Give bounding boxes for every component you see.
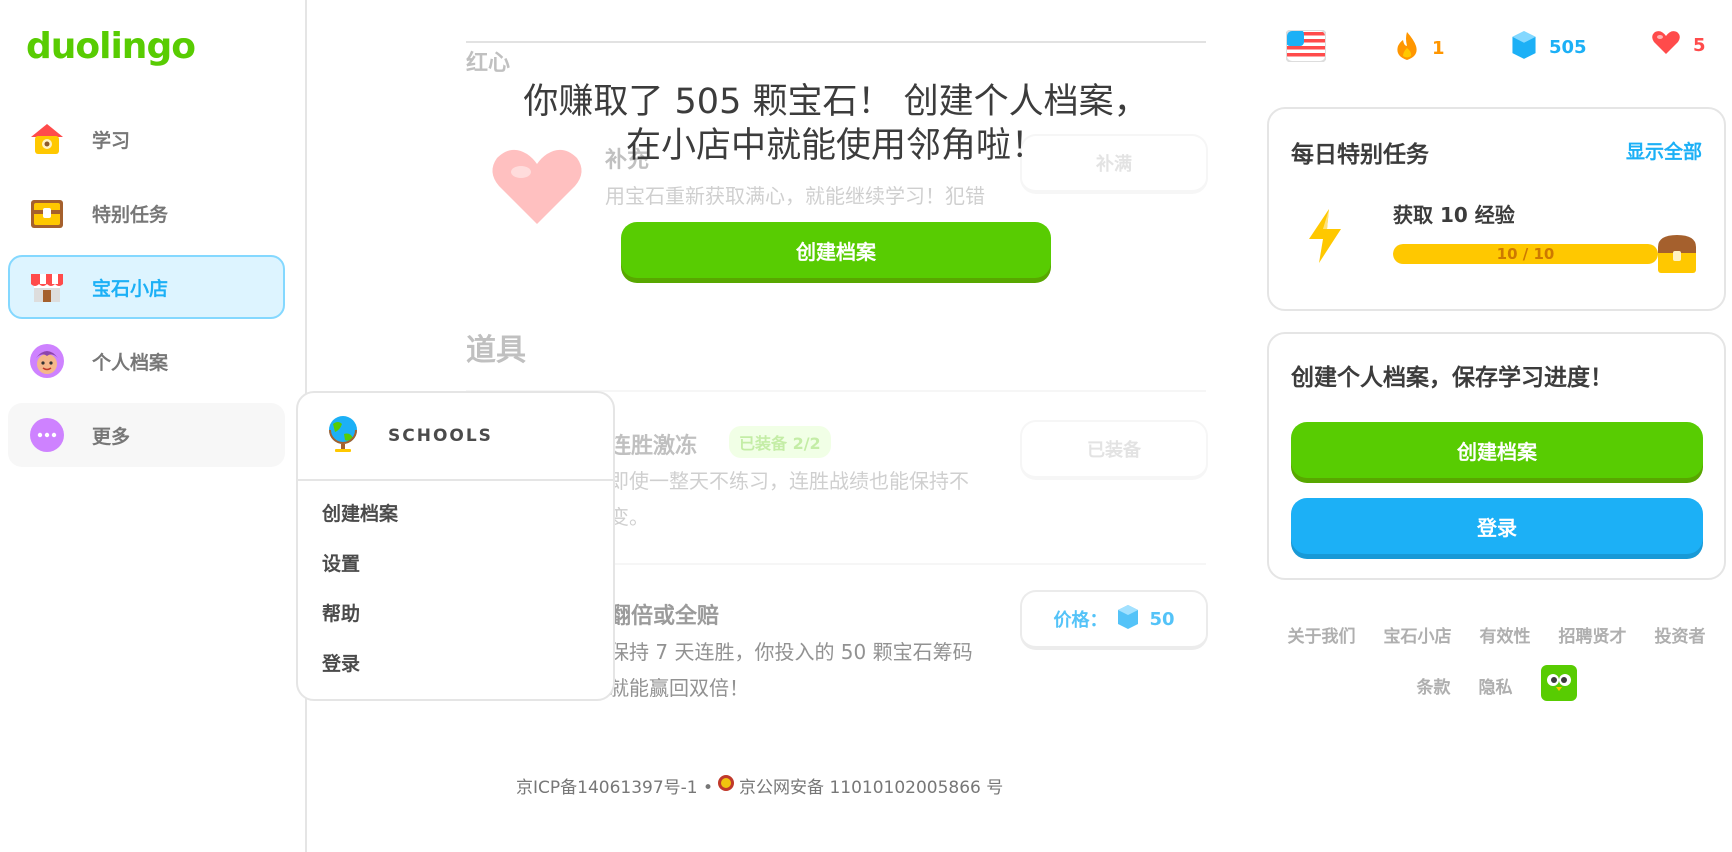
sidebar-item-label: 特别任务 bbox=[92, 203, 169, 226]
sidebar-item-label: 宝石小店 bbox=[92, 277, 169, 300]
footer-link-privacy[interactable]: 隐私 bbox=[1479, 673, 1513, 698]
streak-counter[interactable]: 1 bbox=[1394, 30, 1445, 67]
more-icon bbox=[28, 416, 66, 454]
sidebar-item-shop[interactable]: 宝石小店 bbox=[8, 255, 285, 319]
footer-link-shop[interactable]: 宝石小店 bbox=[1384, 622, 1452, 647]
globe-icon bbox=[326, 414, 360, 458]
course-flag-button[interactable] bbox=[1285, 29, 1327, 67]
dropdown-item-login[interactable]: 登录 bbox=[298, 637, 613, 687]
sidebar-item-label: 个人档案 bbox=[92, 351, 169, 374]
quest-label: 获取 10 经验 bbox=[1393, 203, 1515, 227]
icp-text[interactable]: 京ICP备14061397号-1 • bbox=[516, 773, 713, 798]
create-profile-button[interactable]: 创建档案 bbox=[1291, 422, 1703, 478]
item-desc-double-1: 保持 7 天连胜，你投入的 50 颗宝石筹码 bbox=[609, 640, 973, 664]
sidebar-item-learn[interactable]: 学习 bbox=[8, 107, 285, 171]
dropdown-item-settings[interactable]: 设置 bbox=[298, 537, 613, 587]
promo-line-1: 你赚取了 505 颗宝石！ 创建个人档案， bbox=[523, 82, 1149, 122]
dropdown-item-help[interactable]: 帮助 bbox=[298, 587, 613, 637]
footer-link-efficacy[interactable]: 有效性 bbox=[1480, 622, 1531, 647]
sidebar-item-quests[interactable]: 特别任务 bbox=[8, 181, 285, 245]
us-flag-icon bbox=[1285, 29, 1327, 67]
heart-icon bbox=[1651, 30, 1681, 61]
dropdown-schools-label: SCHOOLS bbox=[388, 426, 493, 446]
create-profile-card: 创建个人档案，保存学习进度！ 创建档案 登录 bbox=[1267, 332, 1726, 580]
streak-count: 1 bbox=[1432, 38, 1445, 59]
quest-progress-text: 10 / 10 bbox=[1496, 245, 1555, 263]
hearts-counter[interactable]: 5 bbox=[1651, 30, 1706, 61]
avatar-icon bbox=[28, 342, 66, 380]
hearts-count: 5 bbox=[1693, 35, 1706, 56]
equipped-badge: 已装备 2/2 bbox=[729, 426, 831, 458]
sidebar-item-label: 更多 bbox=[92, 425, 131, 448]
show-all-quests-link[interactable]: 显示全部 bbox=[1626, 137, 1702, 164]
lightning-icon bbox=[1303, 207, 1347, 269]
footer-link-terms[interactable]: 条款 bbox=[1417, 673, 1451, 698]
police-text[interactable]: 京公网安备 11010102005866 号 bbox=[739, 773, 1003, 798]
treasure-chest-icon bbox=[28, 194, 66, 232]
item-desc-double-2: 就能赢回双倍！ bbox=[609, 676, 749, 700]
gems-count: 505 bbox=[1549, 37, 1587, 58]
sidebar: duolingo 学习 特别任务 宝石小店 个人档案 更多 bbox=[0, 0, 307, 852]
sidebar-item-more[interactable]: 更多 bbox=[8, 403, 285, 467]
home-icon bbox=[28, 120, 66, 158]
section-title-items: 道具 bbox=[466, 333, 526, 368]
daily-quests-title: 每日特别任务 bbox=[1291, 142, 1429, 168]
sidebar-item-label: 学习 bbox=[92, 129, 131, 152]
footer-links-row-1: 关于我们 宝石小店 有效性 招聘贤才 投资者 bbox=[1267, 622, 1726, 647]
price-value: 50 bbox=[1149, 608, 1175, 630]
promo-line-2: 在小店中就能使用邻角啦！ bbox=[625, 126, 1046, 166]
flame-icon bbox=[1394, 30, 1420, 67]
duo-owl-icon[interactable] bbox=[1540, 665, 1577, 706]
dropdown-schools-item[interactable]: SCHOOLS bbox=[298, 393, 613, 481]
footer-links: 关于我们 宝石小店 有效性 招聘贤才 投资者 条款 隐私 bbox=[1267, 622, 1726, 724]
equipped-button[interactable]: 已装备 bbox=[1020, 420, 1208, 480]
gem-icon bbox=[1511, 30, 1537, 65]
police-badge-icon bbox=[717, 773, 735, 798]
top-stats-bar: 1 505 5 bbox=[1285, 29, 1706, 68]
footer-links-row-2: 条款 隐私 bbox=[1267, 665, 1726, 706]
duolingo-logo[interactable]: duolingo bbox=[26, 26, 196, 67]
promo-create-profile-button[interactable]: 创建档案 bbox=[621, 222, 1051, 278]
promo-message: 你赚取了 505 颗宝石！ 创建个人档案， 在小店中就能使用邻角啦！ bbox=[466, 80, 1206, 168]
treasure-chest-icon bbox=[1655, 233, 1699, 279]
item-name-streak-freeze: 连胜激冻 bbox=[609, 434, 698, 459]
shop-icon bbox=[28, 268, 66, 306]
footer-link-about[interactable]: 关于我们 bbox=[1288, 622, 1356, 647]
sidebar-nav: 学习 特别任务 宝石小店 个人档案 更多 bbox=[8, 107, 285, 477]
footer-link-careers[interactable]: 招聘贤才 bbox=[1559, 622, 1627, 647]
item-name-double-or-nothing: 翻倍或全赔 bbox=[609, 604, 720, 629]
dropdown-items: 创建档案 设置 帮助 登录 bbox=[298, 481, 613, 687]
price-button[interactable]: 价格： 50 bbox=[1020, 590, 1208, 650]
divider bbox=[466, 41, 1206, 43]
more-dropdown-menu: SCHOOLS 创建档案 设置 帮助 登录 bbox=[296, 391, 615, 701]
login-button[interactable]: 登录 bbox=[1291, 498, 1703, 554]
section-title-hearts: 红心 bbox=[466, 51, 511, 76]
item-desc-streak-freeze-2: 变。 bbox=[609, 505, 649, 529]
footer-icp: 京ICP备14061397号-1 • 京公网安备 11010102005866 … bbox=[516, 773, 1003, 798]
item-desc-streak-freeze-1: 即使一整天不练习，连胜战绩也能保持不 bbox=[609, 469, 969, 493]
dropdown-item-create-profile[interactable]: 创建档案 bbox=[298, 487, 613, 537]
sidebar-item-profile[interactable]: 个人档案 bbox=[8, 329, 285, 393]
gem-icon bbox=[1117, 604, 1139, 635]
create-profile-card-title: 创建个人档案，保存学习进度！ bbox=[1291, 365, 1613, 391]
daily-quests-card: 每日特别任务 显示全部 获取 10 经验 10 / 10 bbox=[1267, 107, 1726, 311]
footer-link-investors[interactable]: 投资者 bbox=[1655, 622, 1706, 647]
price-label: 价格： bbox=[1053, 610, 1108, 631]
gems-counter[interactable]: 505 bbox=[1511, 30, 1587, 65]
